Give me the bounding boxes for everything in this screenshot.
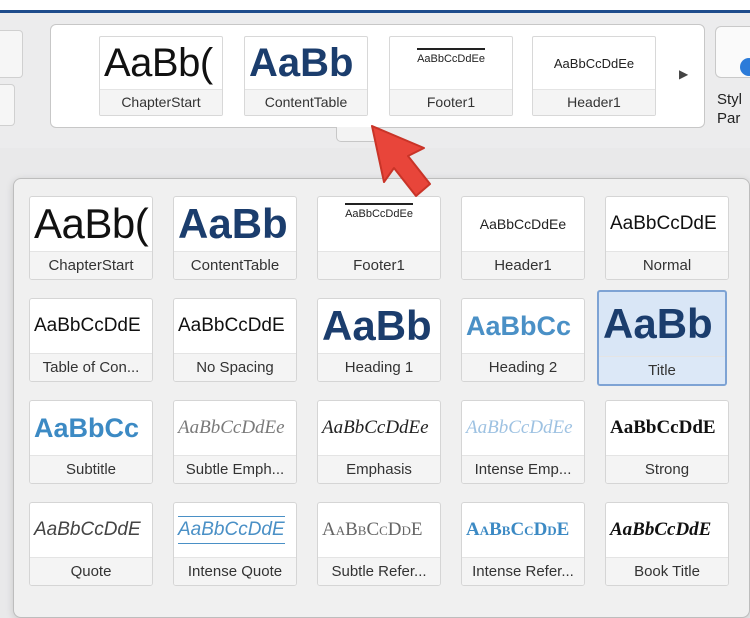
style-sample: AaBbCcDdEe (553, 55, 635, 71)
style-name: Intense Emp... (462, 455, 584, 483)
window-top-bar (0, 0, 750, 13)
annotation-arrow-icon (371, 125, 431, 197)
style-sample: AaBbCcDdE (34, 315, 141, 336)
style-name: Intense Quote (174, 557, 296, 585)
style-sample: AaBb( (34, 200, 149, 247)
ribbon-styles-gallery: AaBb( ChapterStart AaBb ContentTable AaB… (50, 24, 705, 128)
style-heading-1[interactable]: AaBb Heading 1 (317, 298, 441, 382)
style-heading-2[interactable]: AaBbCc Heading 2 (461, 298, 585, 382)
ribbon-style-header1[interactable]: AaBbCcDdEe Header1 (532, 36, 656, 116)
style-subtle-reference[interactable]: AaBbCcDdE Subtle Refer... (317, 502, 441, 586)
style-strong[interactable]: AaBbCcDdE Strong (605, 400, 729, 484)
style-sample: AaBb (249, 40, 354, 85)
style-title[interactable]: AaBb Title (597, 290, 727, 386)
style-name: Emphasis (318, 455, 440, 483)
style-sample: AaBbCcDdE (466, 519, 570, 540)
style-sample: AaBbCcDdEe (178, 417, 285, 438)
style-intense-reference[interactable]: AaBbCcDdE Intense Refer... (461, 502, 585, 586)
style-name: No Spacing (174, 353, 296, 381)
style-chapterstart[interactable]: AaBb( ChapterStart (29, 196, 153, 280)
style-name: Book Title (606, 557, 728, 585)
style-sample: AaBbCcDdEe (322, 417, 429, 438)
style-footer1[interactable]: AaBbCcDdEe Footer1 (317, 196, 441, 280)
style-intense-quote[interactable]: AaBbCcDdE Intense Quote (173, 502, 297, 586)
style-name: ChapterStart (30, 251, 152, 279)
style-name: Subtle Emph... (174, 455, 296, 483)
style-no-spacing[interactable]: AaBbCcDdE No Spacing (173, 298, 297, 382)
style-subtle-emphasis[interactable]: AaBbCcDdEe Subtle Emph... (173, 400, 297, 484)
style-sample: AaBbCcDdE (610, 213, 717, 234)
style-name: Subtitle (30, 455, 152, 483)
style-name: Footer1 (318, 251, 440, 279)
left-ribbon-control[interactable] (0, 30, 23, 78)
style-name: Table of Con... (30, 353, 152, 381)
style-quote[interactable]: AaBbCcDdE Quote (29, 502, 153, 586)
style-name: Intense Refer... (462, 557, 584, 585)
style-name: Normal (606, 251, 728, 279)
style-name: ChapterStart (100, 89, 222, 115)
style-name: Title (599, 356, 725, 384)
style-normal[interactable]: AaBbCcDdE Normal (605, 196, 729, 280)
style-name: Footer1 (390, 89, 512, 115)
ribbon-style-contenttable[interactable]: AaBb ContentTable (244, 36, 368, 116)
style-sample: AaBbCc (466, 310, 572, 341)
style-name: Heading 1 (318, 353, 440, 381)
style-name: ContentTable (245, 89, 367, 115)
style-sample: AaBbCcDdEe (466, 417, 573, 438)
style-sample: AaBbCcDdE (610, 417, 716, 438)
style-name: ContentTable (174, 251, 296, 279)
style-contenttable[interactable]: AaBb ContentTable (173, 196, 297, 280)
style-name: Strong (606, 455, 728, 483)
style-emphasis[interactable]: AaBbCcDdEe Emphasis (317, 400, 441, 484)
style-name: Subtle Refer... (318, 557, 440, 585)
style-sample: AaBb (322, 302, 432, 349)
style-sample: AaBbCc (34, 412, 140, 443)
styles-gallery-dropdown: AaBb( ChapterStart AaBb ContentTable AaB… (13, 178, 750, 618)
style-subtitle[interactable]: AaBbCc Subtitle (29, 400, 153, 484)
style-sample: AaBbCcDdE (34, 519, 141, 540)
style-sample: AaBbCcDdE (178, 315, 285, 336)
style-intense-emphasis[interactable]: AaBbCcDdEe Intense Emp... (461, 400, 585, 484)
styles-pane-label: Styl Par (717, 91, 743, 127)
style-sample: AaBbCcDdE (322, 519, 423, 540)
style-sample: AaBb (603, 300, 713, 347)
left-ribbon-control-lower[interactable] (0, 84, 15, 126)
style-table-of-contents[interactable]: AaBbCcDdE Table of Con... (29, 298, 153, 382)
style-sample: AaBb( (104, 40, 213, 85)
ribbon-style-footer1[interactable]: AaBbCcDdEe Footer1 (389, 36, 513, 116)
style-name: Quote (30, 557, 152, 585)
style-book-title[interactable]: AaBbCcDdE Book Title (605, 502, 729, 586)
ribbon-style-chapterstart[interactable]: AaBb( ChapterStart (99, 36, 223, 116)
style-sample: AaBbCcDdE (610, 519, 712, 540)
style-header1[interactable]: AaBbCcDdEe Header1 (461, 196, 585, 280)
style-sample: AaBbCcDdEe (479, 216, 567, 232)
style-sample: AaBbCcDdEe (417, 47, 485, 65)
style-sample: AaBbCcDdE (178, 516, 285, 544)
style-name: Heading 2 (462, 353, 584, 381)
ribbon-scroll-right-icon[interactable]: ▶ (679, 67, 688, 81)
style-sample: AaBb (178, 200, 288, 247)
style-name: Header1 (462, 251, 584, 279)
style-name: Header1 (533, 89, 655, 115)
